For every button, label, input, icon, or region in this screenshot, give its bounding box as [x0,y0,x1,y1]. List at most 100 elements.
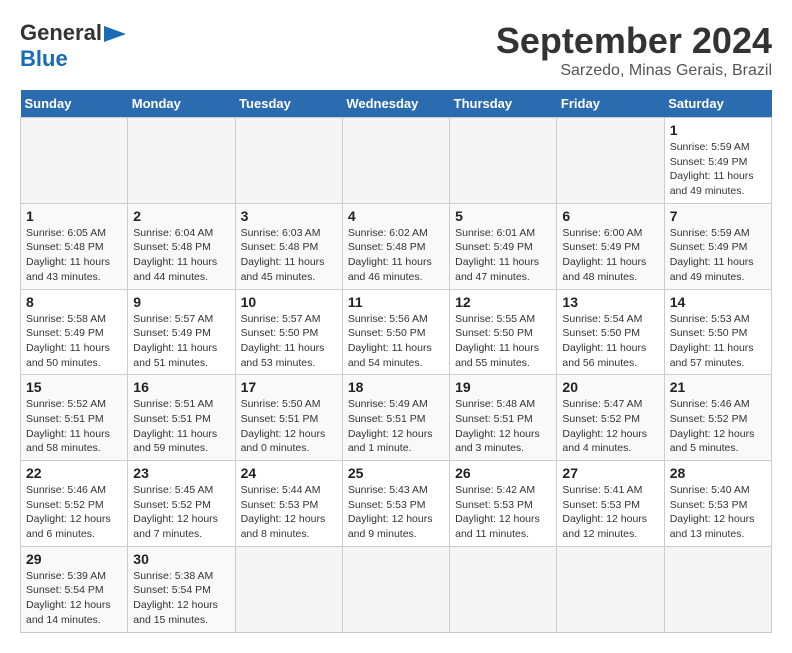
calendar-week-row: 1 Sunrise: 6:05 AMSunset: 5:48 PMDaylight… [21,203,772,289]
day-info: Sunrise: 5:44 AMSunset: 5:53 PMDaylight:… [241,483,337,542]
day-number: 22 [26,465,122,481]
day-info: Sunrise: 6:04 AMSunset: 5:48 PMDaylight:… [133,226,229,285]
calendar-cell: 2 Sunrise: 6:04 AMSunset: 5:48 PMDaylight… [128,203,235,289]
calendar-week-row: 15 Sunrise: 5:52 AMSunset: 5:51 PMDayligh… [21,375,772,461]
header-monday: Monday [128,90,235,118]
day-info: Sunrise: 5:59 AMSunset: 5:49 PMDaylight:… [670,226,766,285]
day-number: 10 [241,294,337,310]
logo-icon [104,26,126,42]
day-number: 5 [455,208,551,224]
day-info: Sunrise: 5:57 AMSunset: 5:49 PMDaylight:… [133,312,229,371]
calendar-cell [342,546,449,632]
day-number: 8 [26,294,122,310]
day-info: Sunrise: 6:03 AMSunset: 5:48 PMDaylight:… [241,226,337,285]
day-info: Sunrise: 5:42 AMSunset: 5:53 PMDaylight:… [455,483,551,542]
day-info: Sunrise: 5:46 AMSunset: 5:52 PMDaylight:… [670,397,766,456]
day-number: 29 [26,551,122,567]
calendar-cell: 23 Sunrise: 5:45 AMSunset: 5:52 PMDayligh… [128,461,235,547]
day-number: 27 [562,465,658,481]
calendar-cell: 1 Sunrise: 5:59 AMSunset: 5:49 PMDaylight… [664,118,771,204]
day-info: Sunrise: 5:43 AMSunset: 5:53 PMDaylight:… [348,483,444,542]
calendar-cell: 15 Sunrise: 5:52 AMSunset: 5:51 PMDayligh… [21,375,128,461]
calendar-cell: 12Sunrise: 5:55 AMSunset: 5:50 PMDayligh… [450,289,557,375]
calendar-cell: 27 Sunrise: 5:41 AMSunset: 5:53 PMDayligh… [557,461,664,547]
day-number: 13 [562,294,658,310]
day-number: 21 [670,379,766,395]
day-info: Sunrise: 5:52 AMSunset: 5:51 PMDaylight:… [26,397,122,456]
calendar-cell: 18 Sunrise: 5:49 AMSunset: 5:51 PMDayligh… [342,375,449,461]
calendar-cell: 16Sunrise: 5:51 AMSunset: 5:51 PMDayligh… [128,375,235,461]
calendar-cell [557,118,664,204]
day-info: Sunrise: 6:00 AMSunset: 5:49 PMDaylight:… [562,226,658,285]
day-number: 1 [26,208,122,224]
day-number: 11 [348,294,444,310]
header-friday: Friday [557,90,664,118]
header-wednesday: Wednesday [342,90,449,118]
day-info: Sunrise: 6:05 AMSunset: 5:48 PMDaylight:… [26,226,122,285]
calendar-cell [450,118,557,204]
day-info: Sunrise: 5:46 AMSunset: 5:52 PMDaylight:… [26,483,122,542]
calendar-cell: 13 Sunrise: 5:54 AMSunset: 5:50 PMDayligh… [557,289,664,375]
calendar-cell [342,118,449,204]
calendar-cell: 26Sunrise: 5:42 AMSunset: 5:53 PMDayligh… [450,461,557,547]
calendar-cell [450,546,557,632]
day-info: Sunrise: 5:59 AMSunset: 5:49 PMDaylight:… [670,140,766,199]
day-number: 4 [348,208,444,224]
day-info: Sunrise: 5:54 AMSunset: 5:50 PMDaylight:… [562,312,658,371]
logo-general: General [20,20,102,46]
day-number: 16 [133,379,229,395]
calendar-cell: 3Sunrise: 6:03 AMSunset: 5:48 PMDaylight… [235,203,342,289]
month-title: September 2024 [496,20,772,62]
day-info: Sunrise: 5:45 AMSunset: 5:52 PMDaylight:… [133,483,229,542]
day-number: 1 [670,122,766,138]
calendar-cell: 22 Sunrise: 5:46 AMSunset: 5:52 PMDayligh… [21,461,128,547]
calendar-cell: 24 Sunrise: 5:44 AMSunset: 5:53 PMDayligh… [235,461,342,547]
calendar-cell: 17Sunrise: 5:50 AMSunset: 5:51 PMDayligh… [235,375,342,461]
day-number: 28 [670,465,766,481]
header-saturday: Saturday [664,90,771,118]
logo-blue: Blue [20,46,68,72]
day-number: 14 [670,294,766,310]
calendar-cell [128,118,235,204]
day-number: 24 [241,465,337,481]
calendar-cell: 10 Sunrise: 5:57 AMSunset: 5:50 PMDayligh… [235,289,342,375]
day-number: 15 [26,379,122,395]
day-number: 20 [562,379,658,395]
calendar-table: SundayMondayTuesdayWednesdayThursdayFrid… [20,90,772,633]
day-number: 17 [241,379,337,395]
day-info: Sunrise: 5:57 AMSunset: 5:50 PMDaylight:… [241,312,337,371]
calendar-cell: 7 Sunrise: 5:59 AMSunset: 5:49 PMDaylight… [664,203,771,289]
calendar-cell: 20 Sunrise: 5:47 AMSunset: 5:52 PMDayligh… [557,375,664,461]
day-number: 9 [133,294,229,310]
day-info: Sunrise: 5:53 AMSunset: 5:50 PMDaylight:… [670,312,766,371]
day-number: 18 [348,379,444,395]
day-info: Sunrise: 5:41 AMSunset: 5:53 PMDaylight:… [562,483,658,542]
calendar-cell [664,546,771,632]
calendar-week-row: 8Sunrise: 5:58 AMSunset: 5:49 PMDaylight… [21,289,772,375]
calendar-cell: 11 Sunrise: 5:56 AMSunset: 5:50 PMDayligh… [342,289,449,375]
day-number: 23 [133,465,229,481]
calendar-week-row: 22 Sunrise: 5:46 AMSunset: 5:52 PMDayligh… [21,461,772,547]
header-tuesday: Tuesday [235,90,342,118]
calendar-cell: 1 Sunrise: 6:05 AMSunset: 5:48 PMDaylight… [21,203,128,289]
day-info: Sunrise: 6:01 AMSunset: 5:49 PMDaylight:… [455,226,551,285]
calendar-cell: 28Sunrise: 5:40 AMSunset: 5:53 PMDayligh… [664,461,771,547]
day-number: 25 [348,465,444,481]
day-number: 19 [455,379,551,395]
day-number: 2 [133,208,229,224]
logo: General Blue [20,20,126,72]
day-info: Sunrise: 5:55 AMSunset: 5:50 PMDaylight:… [455,312,551,371]
day-number: 30 [133,551,229,567]
day-info: Sunrise: 5:56 AMSunset: 5:50 PMDaylight:… [348,312,444,371]
day-info: Sunrise: 5:47 AMSunset: 5:52 PMDaylight:… [562,397,658,456]
calendar-cell: 9 Sunrise: 5:57 AMSunset: 5:49 PMDaylight… [128,289,235,375]
title-area: September 2024 Sarzedo, Minas Gerais, Br… [496,20,772,80]
day-number: 7 [670,208,766,224]
day-info: Sunrise: 5:49 AMSunset: 5:51 PMDaylight:… [348,397,444,456]
calendar-week-row: 1 Sunrise: 5:59 AMSunset: 5:49 PMDaylight… [21,118,772,204]
day-info: Sunrise: 5:39 AMSunset: 5:54 PMDaylight:… [26,569,122,628]
calendar-cell: 25 Sunrise: 5:43 AMSunset: 5:53 PMDayligh… [342,461,449,547]
calendar-header-row: SundayMondayTuesdayWednesdayThursdayFrid… [21,90,772,118]
day-info: Sunrise: 5:38 AMSunset: 5:54 PMDaylight:… [133,569,229,628]
header-sunday: Sunday [21,90,128,118]
